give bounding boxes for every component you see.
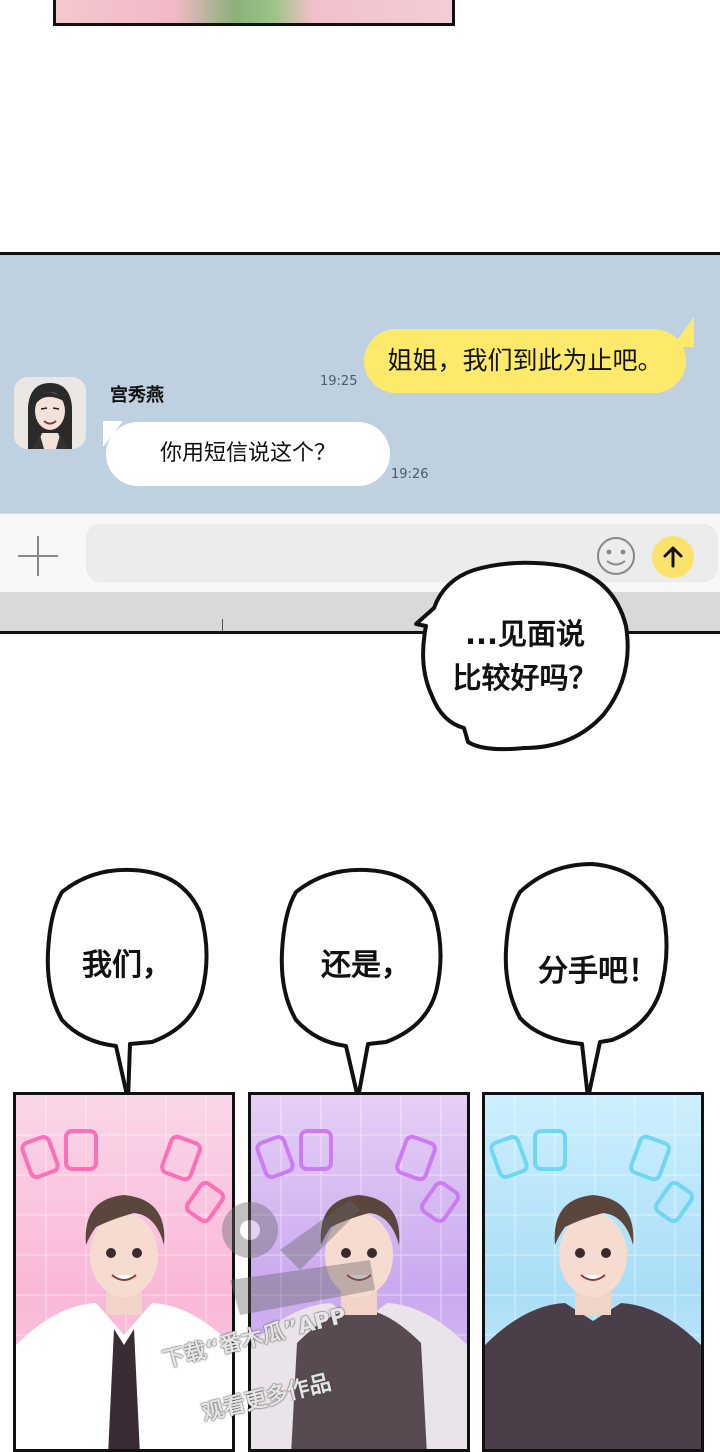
speech-bubble-2-text: 还是， <box>321 948 411 983</box>
sent-message-bubble: 姐姐，我们到此为止吧。 <box>364 329 686 393</box>
top-comic-panel <box>53 0 455 26</box>
speech-meet-line-2: 比较好吗？ <box>452 661 598 695</box>
sent-message-time: 19:25 <box>320 374 358 389</box>
send-button[interactable] <box>652 536 694 578</box>
received-message-time: 19:26 <box>391 467 429 482</box>
speech-bubble-1 <box>45 867 209 1102</box>
plus-icon[interactable] <box>16 534 60 578</box>
character-panel-3 <box>482 1092 704 1452</box>
speech-meet-text: ...见面说 比较好吗？ <box>430 612 620 700</box>
speech-bubble-3-text: 分手吧！ <box>538 954 658 989</box>
avatar[interactable] <box>14 377 86 449</box>
divider <box>222 619 223 631</box>
speech-bubble-1-text: 我们， <box>82 948 172 983</box>
received-message-bubble: 你用短信说这个？ <box>106 422 390 486</box>
speech-bubble-2 <box>279 867 443 1100</box>
sender-name: 宫秀燕 <box>110 385 164 406</box>
arrow-up-icon <box>663 546 683 568</box>
speech-meet-line-1: ...见面说 <box>464 617 586 651</box>
